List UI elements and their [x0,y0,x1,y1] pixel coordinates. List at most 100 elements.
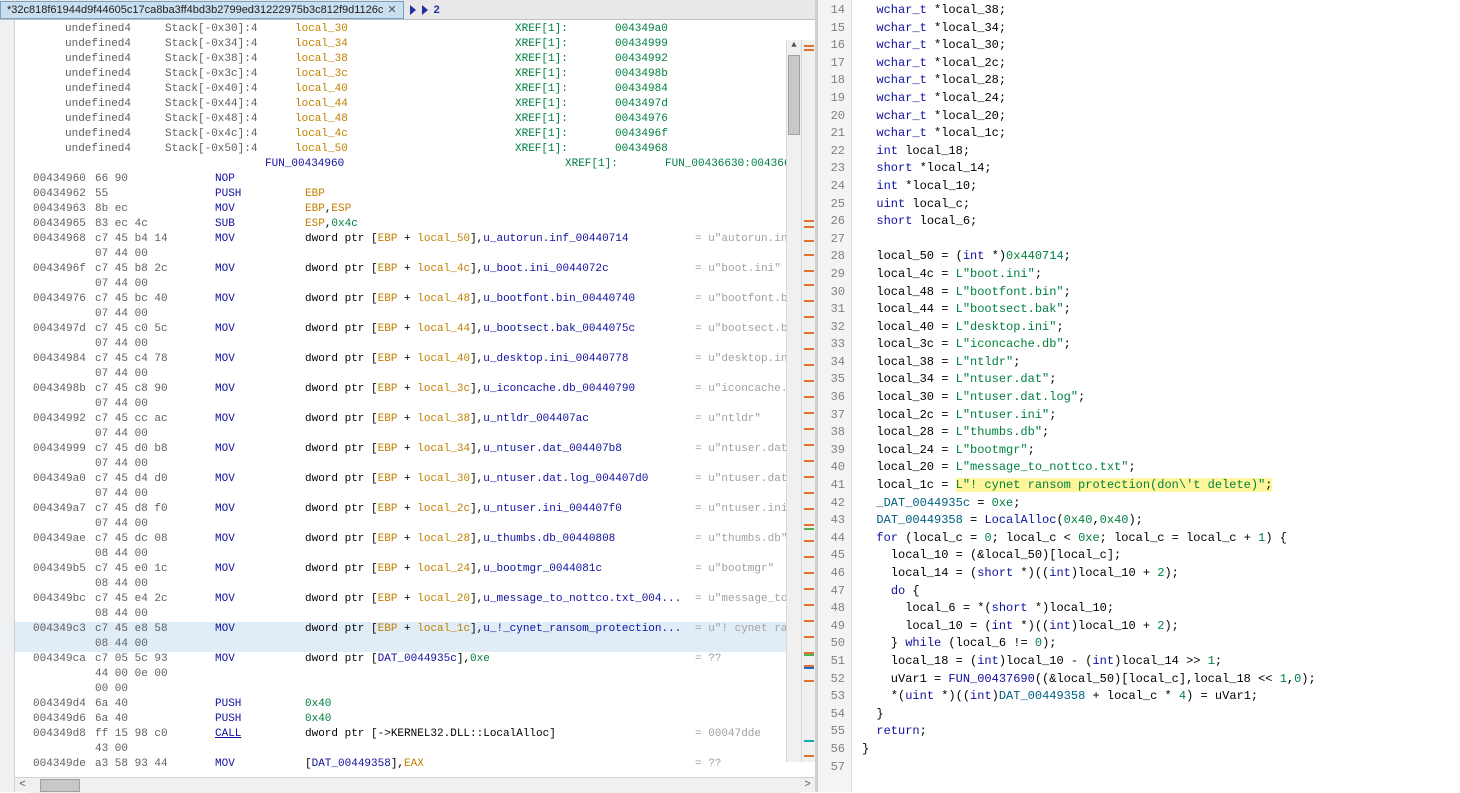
code-line[interactable]: wchar_t *local_34; [862,20,1460,38]
asm-row[interactable]: 00434968c7 45 b4 14MOVdword ptr [EBP + l… [15,232,815,247]
code-line[interactable]: *(uint *)((int)DAT_00449358 + local_c * … [862,688,1460,706]
code-line[interactable]: } [862,741,1460,759]
scroll-left-icon[interactable]: < [15,779,30,791]
code-line[interactable]: wchar_t *local_20; [862,108,1460,126]
marker[interactable] [804,492,814,494]
code-line[interactable] [862,231,1460,249]
marker[interactable] [804,49,814,51]
code-line[interactable]: wchar_t *local_24; [862,90,1460,108]
marker[interactable] [804,476,814,478]
marker[interactable] [804,740,814,742]
asm-row[interactable]: 0043496255PUSHEBP [15,187,815,202]
code-line[interactable]: local_44 = L"bootsect.bak"; [862,301,1460,319]
vertical-scrollbar[interactable]: ▲ [786,40,801,762]
marker[interactable] [804,284,814,286]
scroll-up-icon[interactable]: ▲ [787,40,801,55]
asm-row[interactable]: 004349a0c7 45 d4 d0MOVdword ptr [EBP + l… [15,472,815,487]
marker[interactable] [804,380,814,382]
code-line[interactable]: local_6 = *(short *)local_10; [862,600,1460,618]
asm-row[interactable]: 004349aec7 45 dc 08MOVdword ptr [EBP + l… [15,532,815,547]
marker-column[interactable] [801,40,815,762]
code-line[interactable]: local_20 = L"message_to_nottco.txt"; [862,459,1460,477]
marker[interactable] [804,524,814,526]
stack-var-row[interactable]: undefined4Stack[-0x3c]:4local_3cXREF[1]:… [15,67,815,82]
decompiler-pane[interactable]: 1415161718192021222324252627282930313233… [818,0,1460,792]
asm-row[interactable]: 00434984c7 45 c4 78MOVdword ptr [EBP + l… [15,352,815,367]
stack-var-row[interactable]: undefined4Stack[-0x40]:4local_40XREF[1]:… [15,82,815,97]
stack-var-row[interactable]: undefined4Stack[-0x34]:4local_34XREF[1]:… [15,37,815,52]
asm-row[interactable]: 0043496fc7 45 b8 2cMOVdword ptr [EBP + l… [15,262,815,277]
marker[interactable] [804,654,814,656]
marker[interactable] [804,270,814,272]
marker[interactable] [804,45,814,47]
scroll-right-icon[interactable]: > [800,779,815,791]
stack-var-row[interactable]: undefined4Stack[-0x50]:4local_50XREF[1]:… [15,142,815,157]
close-tab-icon[interactable]: ✕ [387,3,396,16]
code-line[interactable]: int *local_10; [862,178,1460,196]
marker[interactable] [804,755,814,757]
asm-row[interactable]: 07 44 00 [15,277,815,292]
asm-row[interactable]: 004349dea3 58 93 44MOV[DAT_00449358],EAX… [15,757,815,772]
code-line[interactable]: do { [862,583,1460,601]
code-line[interactable]: wchar_t *local_1c; [862,125,1460,143]
asm-row[interactable]: 07 44 00 [15,487,815,502]
code-line[interactable]: local_10 = (&local_50)[local_c]; [862,547,1460,565]
asm-row[interactable]: 07 44 00 [15,307,815,322]
code-line[interactable]: wchar_t *local_38; [862,2,1460,20]
code-line[interactable]: return; [862,723,1460,741]
marker[interactable] [804,348,814,350]
marker[interactable] [804,572,814,574]
disassembly-listing[interactable]: undefined4Stack[-0x30]:4local_30XREF[1]:… [15,20,815,777]
marker[interactable] [804,620,814,622]
marker[interactable] [804,412,814,414]
code-line[interactable]: wchar_t *local_28; [862,72,1460,90]
stack-var-row[interactable]: undefined4Stack[-0x44]:4local_44XREF[1]:… [15,97,815,112]
code-line[interactable]: local_30 = L"ntuser.dat.log"; [862,389,1460,407]
code-line[interactable]: wchar_t *local_30; [862,37,1460,55]
asm-row[interactable]: 0043497dc7 45 c0 5cMOVdword ptr [EBP + l… [15,322,815,337]
scroll-thumb[interactable] [40,779,80,792]
asm-row[interactable]: 00 00 [15,682,815,697]
code-line[interactable]: local_4c = L"boot.ini"; [862,266,1460,284]
marker[interactable] [804,226,814,228]
scroll-track[interactable] [30,778,800,793]
asm-row[interactable]: 07 44 00 [15,457,815,472]
code-line[interactable]: } [862,706,1460,724]
marker[interactable] [804,254,814,256]
asm-row[interactable]: 07 44 00 [15,367,815,382]
code-line[interactable]: local_34 = L"ntuser.dat"; [862,371,1460,389]
code-line[interactable]: local_2c = L"ntuser.ini"; [862,407,1460,425]
marker[interactable] [804,316,814,318]
asm-row[interactable]: 004349cac7 05 5c 93MOVdword ptr [DAT_004… [15,652,815,667]
code-line[interactable]: int local_18; [862,143,1460,161]
stack-var-row[interactable]: undefined4Stack[-0x4c]:4local_4cXREF[1]:… [15,127,815,142]
asm-row[interactable]: 004349d8ff 15 98 c0CALLdword ptr [->KERN… [15,727,815,742]
asm-row[interactable]: 004349bcc7 45 e4 2cMOVdword ptr [EBP + l… [15,592,815,607]
marker[interactable] [804,636,814,638]
asm-row[interactable]: 44 00 0e 00 [15,667,815,682]
asm-row[interactable]: 004349c3c7 45 e8 58MOVdword ptr [EBP + l… [15,622,815,637]
asm-row[interactable]: 08 44 00 [15,637,815,652]
file-tab[interactable]: *32c818f61944d9f44605c17ca8ba3ff4bd3b279… [0,1,404,19]
function-header-row[interactable]: FUN_00434960XREF[1]:FUN_00436630:004366 [15,157,815,172]
marker[interactable] [804,667,814,669]
asm-row[interactable]: 08 44 00 [15,547,815,562]
asm-row[interactable]: 00434999c7 45 d0 b8MOVdword ptr [EBP + l… [15,442,815,457]
code-line[interactable]: short *local_14; [862,160,1460,178]
marker[interactable] [804,428,814,430]
code-line[interactable]: local_50 = (int *)0x440714; [862,248,1460,266]
marker[interactable] [804,332,814,334]
code-line[interactable] [862,759,1460,777]
marker[interactable] [804,220,814,222]
asm-row[interactable]: 004349a7c7 45 d8 f0MOVdword ptr [EBP + l… [15,502,815,517]
code-line[interactable]: local_40 = L"desktop.ini"; [862,319,1460,337]
code-line[interactable]: local_10 = (int *)((int)local_10 + 2); [862,618,1460,636]
marker[interactable] [804,508,814,510]
marker[interactable] [804,556,814,558]
code-line[interactable]: local_28 = L"thumbs.db"; [862,424,1460,442]
nav-controls[interactable]: 2 [410,4,440,16]
marker[interactable] [804,528,814,530]
asm-row[interactable]: 08 44 00 [15,607,815,622]
marker[interactable] [804,300,814,302]
code-line[interactable]: DAT_00449358 = LocalAlloc(0x40,0x40); [862,512,1460,530]
